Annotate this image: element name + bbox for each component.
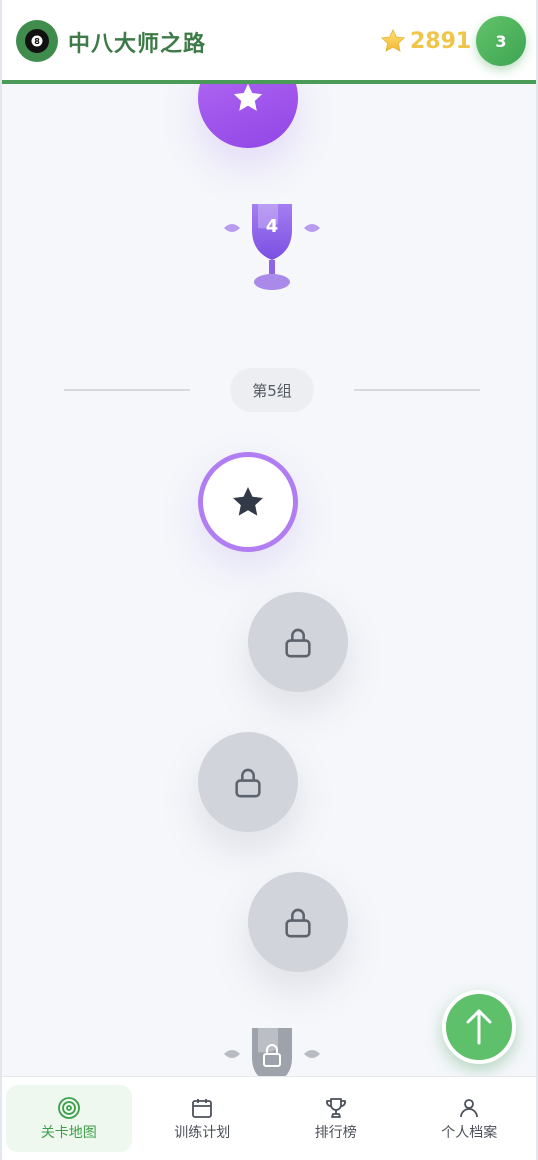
stars-counter: 2891: [380, 27, 471, 55]
lock-icon: [285, 908, 311, 938]
lock-icon: [285, 628, 311, 658]
user-icon: [460, 1098, 479, 1117]
stars-value: 2891: [410, 28, 472, 54]
calendar-icon: [192, 1098, 213, 1118]
nav-label: 排行榜: [314, 1124, 357, 1141]
trophy-icon: [325, 1097, 346, 1118]
divider-right: [354, 389, 480, 391]
level-node-current[interactable]: [198, 452, 298, 552]
level-node-locked[interactable]: [248, 872, 348, 972]
nav-label: 关卡地图: [40, 1124, 97, 1141]
scroll-to-current-button[interactable]: [442, 990, 516, 1064]
nav-tab-leaderboard[interactable]: 排行榜: [273, 1085, 399, 1152]
divider-left: [64, 389, 190, 391]
svg-text:8: 8: [34, 37, 40, 46]
star-icon: [233, 487, 263, 516]
target-icon: [57, 1096, 80, 1119]
trophy-icon: [224, 204, 320, 290]
nav-tab-level-map[interactable]: 关卡地图: [6, 1085, 132, 1152]
level-badge[interactable]: 3: [476, 16, 526, 66]
trophy-number: 4: [265, 216, 279, 237]
nav-tab-training-plan[interactable]: 训练计划: [140, 1085, 266, 1152]
nav-label: 个人档案: [441, 1124, 498, 1141]
trophy-checkpoint[interactable]: 4: [222, 198, 322, 298]
group-label: 第5组: [230, 368, 314, 412]
app-frame: 8 中八大师之路 2891 3 4 第5组 关卡地图 训练计划 排行榜 个人档案: [0, 0, 538, 1160]
eight-ball-icon[interactable]: 8: [16, 20, 58, 62]
bottom-nav: 关卡地图 训练计划 排行榜 个人档案: [2, 1076, 536, 1160]
star-icon: [380, 28, 406, 52]
level-node-locked[interactable]: [198, 732, 298, 832]
top-bar: 8 中八大师之路 2891 3: [2, 0, 536, 84]
arrow-up-icon: [466, 1009, 492, 1045]
app-title: 中八大师之路: [68, 32, 207, 57]
level-node-locked[interactable]: [248, 592, 348, 692]
star-icon: [233, 83, 263, 111]
nav-tab-profile[interactable]: 个人档案: [407, 1085, 533, 1152]
lock-icon: [235, 768, 261, 798]
nav-label: 训练计划: [174, 1124, 231, 1141]
